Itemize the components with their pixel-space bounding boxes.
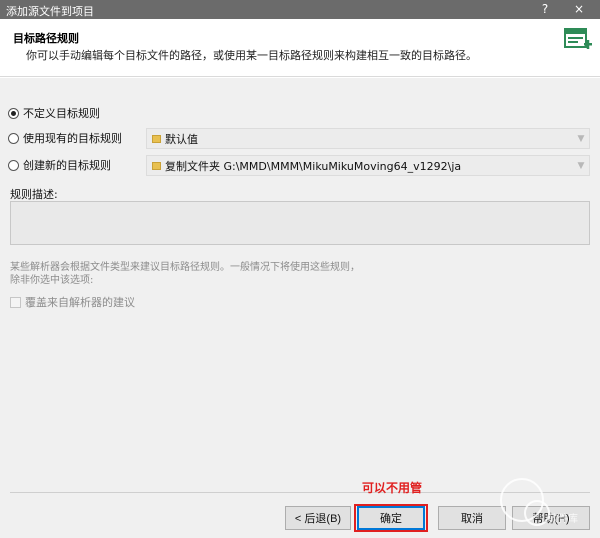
- wizard-header: 目标路径规则 你可以手动编辑每个目标文件的路径，或使用某一目标路径规则来构建相互…: [0, 19, 600, 77]
- rule-description-field: [10, 201, 590, 245]
- new-rule-dropdown[interactable]: 复制文件夹 G:\MMD\MMM\MikuMikuMoving64_v1292\…: [146, 155, 590, 176]
- title-bar: 添加源文件到项目 ? ×: [0, 0, 600, 19]
- annotation-highlight-box: [354, 504, 428, 532]
- existing-rule-dropdown[interactable]: 默认值 ▼: [146, 128, 590, 149]
- rule-description-label: 规则描述:: [10, 188, 58, 201]
- page-title: 目标路径规则: [13, 32, 79, 45]
- dialog-body: 不定义目标规则 使用现有的目标规则 默认值 ▼ 创建新的目标规则 复制文件夹 G…: [0, 78, 600, 538]
- parser-note-line2: 除非你选中该选项:: [10, 275, 94, 286]
- radio-button[interactable]: [8, 107, 19, 119]
- folder-icon: [152, 161, 161, 170]
- watermark-logo-inner: [524, 500, 550, 526]
- radio-button[interactable]: [8, 159, 19, 171]
- radio-label: 使用现有的目标规则: [23, 132, 122, 145]
- radio-label: 创建新的目标规则: [23, 159, 111, 172]
- chevron-down-icon[interactable]: ▼: [573, 161, 589, 171]
- annotation-text: 可以不用管: [362, 481, 423, 495]
- cancel-button[interactable]: 取消: [438, 506, 506, 530]
- folder-icon: [152, 134, 161, 143]
- close-icon[interactable]: ×: [566, 0, 592, 19]
- grid-add-icon: [564, 28, 592, 49]
- checkbox-box: [10, 296, 21, 308]
- override-parser-checkbox: 覆盖来自解析器的建议: [10, 294, 135, 310]
- back-button[interactable]: < 后退(B): [285, 506, 351, 530]
- watermark-text: 软件库: [548, 514, 578, 525]
- help-icon[interactable]: ?: [532, 0, 558, 19]
- new-rule-value: 复制文件夹 G:\MMD\MMM\MikuMikuMoving64_v1292\…: [165, 159, 462, 173]
- radio-existing-rule[interactable]: 使用现有的目标规则: [8, 129, 122, 147]
- radio-new-rule[interactable]: 创建新的目标规则: [8, 156, 111, 174]
- existing-rule-value: 默认值: [165, 132, 198, 146]
- page-description: 你可以手动编辑每个目标文件的路径，或使用某一目标路径规则来构建相互一致的目标路径…: [26, 49, 477, 62]
- chevron-down-icon[interactable]: ▼: [573, 134, 589, 144]
- window-title: 添加源文件到项目: [6, 5, 94, 18]
- radio-no-rule[interactable]: 不定义目标规则: [8, 104, 100, 122]
- radio-label: 不定义目标规则: [23, 107, 100, 120]
- radio-button[interactable]: [8, 132, 19, 144]
- checkbox-label: 覆盖来自解析器的建议: [25, 296, 135, 309]
